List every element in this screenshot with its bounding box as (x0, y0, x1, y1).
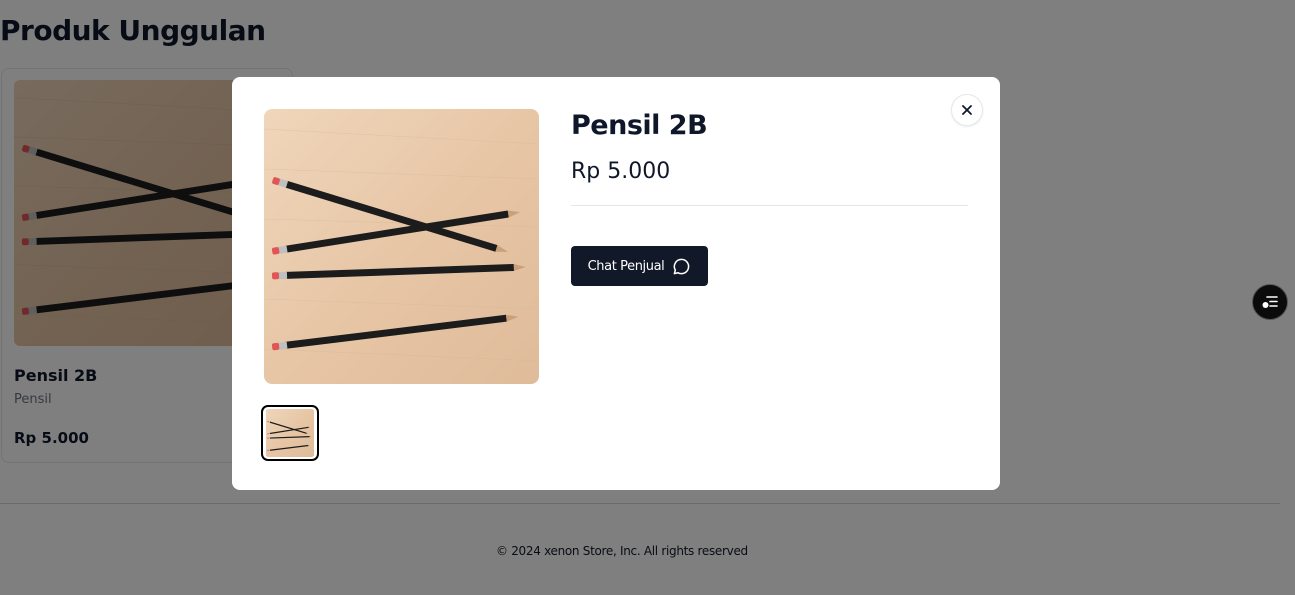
image-thumbnail[interactable] (261, 405, 319, 461)
close-button[interactable] (951, 94, 983, 126)
close-icon (962, 105, 972, 115)
pencils-photo-large (264, 109, 539, 384)
chat-seller-button[interactable]: Chat Penjual (571, 246, 708, 286)
modal-title: Pensil 2B (571, 110, 708, 141)
pencils-photo-thumb (265, 409, 315, 457)
chat-button-label: Chat Penjual (587, 258, 665, 274)
product-modal: Pensil 2B Rp 5.000 Chat Penjual (232, 77, 1000, 490)
chat-bubble-icon (673, 258, 690, 274)
modal-divider (571, 205, 968, 206)
filter-list-icon (1262, 296, 1278, 308)
modal-price: Rp 5.000 (571, 159, 671, 184)
modal-product-image (264, 109, 539, 384)
floating-action-button[interactable] (1252, 284, 1288, 320)
